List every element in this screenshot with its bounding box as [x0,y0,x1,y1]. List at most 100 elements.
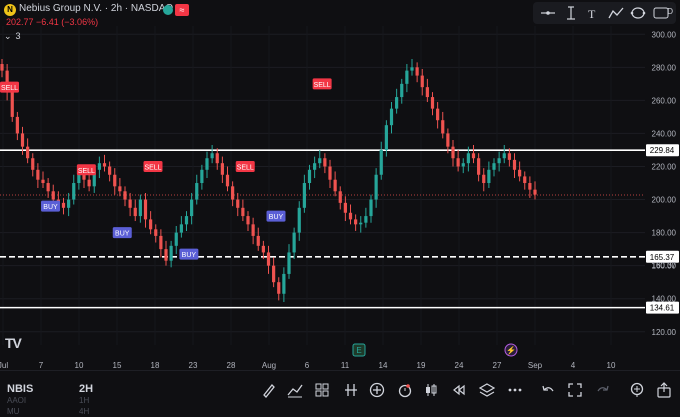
tradingview-logo-icon: TV [5,335,22,351]
candle-body [487,169,491,184]
candle-body [72,183,76,200]
share-icon[interactable] [653,379,675,401]
add-icon[interactable] [366,379,388,401]
candle-body [246,216,250,225]
symbol-title[interactable]: Nebius Group N.V. · 2h · NASDAQ [19,3,173,14]
candle-body [138,199,142,217]
candle-body [154,229,158,236]
x-tick-label: 28 [227,361,236,370]
candle-body [389,108,394,126]
candle-body [507,153,511,160]
undo-icon[interactable] [537,379,559,401]
price-chart[interactable]: 229.84165.37134.61 SELL BUY SELL BUY SELL BUY… [0,0,680,370]
candle-body [87,179,91,187]
candle-body [364,216,368,223]
chart-grid [0,26,645,345]
candle-body [236,199,240,208]
x-tick-label: 27 [493,361,502,370]
replay-icon[interactable] [448,379,470,401]
price-change-readout: 202.77 −6.41 (−3.06%) [6,17,99,27]
event-marker-label: ⚡ [506,345,516,355]
candle-body [241,207,245,217]
indicators-icon[interactable] [284,379,306,401]
candle-body [231,186,235,200]
candle-body [67,199,71,208]
y-tick-label: 260.00 [652,96,677,105]
candle-body [430,97,435,109]
interval-selector[interactable]: 2H [79,383,93,395]
candle-body [46,183,50,192]
candle-body [471,153,476,159]
x-tick-label: Sep [528,361,543,370]
candle-body [338,191,342,203]
draw-brush-icon[interactable] [258,379,280,401]
candle-body [0,64,4,71]
redo-icon[interactable] [592,379,614,401]
time-axis: Jul 7 10 15 18 23 28 Aug 6 11 14 19 24 27 Sep 4 10 [0,361,616,370]
layouts-icon[interactable] [311,379,333,401]
candle-body [261,245,265,253]
candle-body [15,116,19,134]
candle-body [133,207,137,217]
candle-type-icon[interactable] [420,379,442,401]
event-markers: E ⚡ [352,343,518,357]
candle-body [26,146,30,159]
more-icon[interactable] [504,379,526,401]
x-tick-label: 24 [455,361,464,370]
candle-body [225,174,230,187]
candle-body [184,216,189,225]
sell-signal-label: SELL [314,82,331,89]
candle-body [384,125,388,150]
candle-body [405,70,409,84]
candle-body [174,232,178,246]
y-tick-label: 180.00 [652,229,677,238]
candle-body [497,158,501,164]
x-tick-label: 7 [39,361,44,370]
layers-icon[interactable] [476,379,498,401]
compare-icon[interactable] [340,379,362,401]
candle-body [215,153,219,164]
candle-body [313,163,317,170]
indicator-toggle[interactable]: ⌄ 3 [4,31,32,44]
x-tick-label: Jul [0,361,8,370]
candle-body [354,219,358,225]
candle-body [379,149,383,175]
candle-body [113,174,117,187]
candle-body [159,235,163,250]
candle-body [348,212,353,220]
buy-signal-label: BUY [115,231,130,238]
candle-body [128,199,132,208]
candle-body [333,179,337,192]
x-tick-label: Aug [262,361,276,370]
candle-body [415,67,419,76]
x-tick-label: 23 [189,361,198,370]
x-tick-label: 6 [305,361,310,370]
x-tick-label: 4 [571,361,576,370]
buy-signal-label: BUY [43,204,58,211]
x-tick-label: 14 [379,361,388,370]
fullscreen-icon[interactable] [564,379,586,401]
candle-body [410,67,414,71]
candle-body [179,224,183,233]
y-tick-label: 200.00 [652,196,677,205]
delay-status-icon: ≈ [175,4,189,16]
candle-body [10,92,14,117]
y-tick-label: 240.00 [652,129,677,138]
candle-body [425,87,429,98]
y-tick-label: 220.00 [652,162,677,171]
alert-icon[interactable] [394,379,416,401]
candle-body [205,158,209,170]
ghost-symbol-2: MU [7,407,20,416]
symbol-selector[interactable]: NBIS [7,383,33,395]
candle-body [210,153,214,159]
candle-body [143,199,148,220]
candle-body [149,219,153,230]
candle-body [420,75,424,88]
candle-body [436,108,440,121]
add-alert-icon[interactable] [626,379,648,401]
candle-body [369,199,373,217]
ghost-symbol-1: AAOI [7,396,27,405]
chart-header: N Nebius Group N.V. · 2h · NASDAQ ≈ 202.… [0,0,680,48]
candle-body [302,183,306,208]
candle-body [297,207,301,233]
